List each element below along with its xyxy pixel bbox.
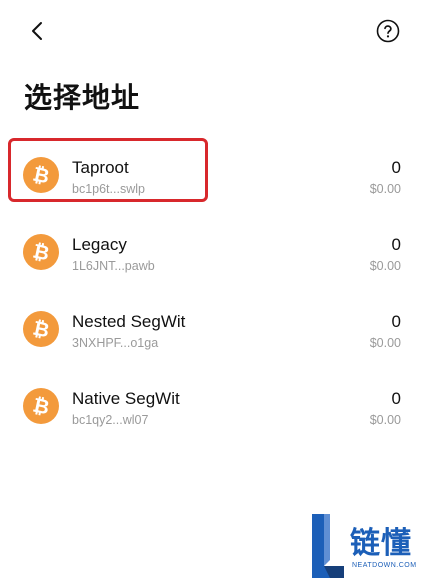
neatdown-logo-icon xyxy=(312,514,344,578)
watermark-domain: NEATDOWN.COM xyxy=(352,562,417,569)
address-row-native-segwit[interactable]: ₿ Native SegWit bc1qy2...wl07 0 $0.00 xyxy=(0,371,425,441)
balance-value: 0 xyxy=(391,389,401,408)
address-row-nested-segwit[interactable]: ₿ Nested SegWit 3NXHPF...o1ga 0 $0.00 xyxy=(0,294,425,364)
fiat-value: $0.00 xyxy=(369,336,401,350)
bitcoin-icon: ₿ xyxy=(23,388,59,424)
watermark-logo: 链懂 NEATDOWN.COM xyxy=(310,512,420,580)
back-button[interactable] xyxy=(22,16,52,46)
address-type-label: Nested SegWit xyxy=(72,312,186,331)
bitcoin-icon: ₿ xyxy=(23,234,59,270)
address-type-label: Native SegWit xyxy=(72,389,180,408)
highlight-box xyxy=(8,138,208,202)
balance-value: 0 xyxy=(391,158,401,177)
bitcoin-icon: ₿ xyxy=(23,311,59,347)
balance-value: 0 xyxy=(391,235,401,254)
page-title: 选择地址 xyxy=(24,81,141,114)
balance-value: 0 xyxy=(391,312,401,331)
address-short: bc1qy2...wl07 xyxy=(72,413,149,427)
fiat-value: $0.00 xyxy=(369,413,401,427)
fiat-value: $0.00 xyxy=(369,182,401,196)
address-type-label: Legacy xyxy=(72,235,127,254)
watermark-chars: 链懂 xyxy=(350,526,412,561)
chevron-left-icon xyxy=(32,22,42,40)
fiat-value: $0.00 xyxy=(369,259,401,273)
address-row-legacy[interactable]: ₿ Legacy 1L6JNT...pawb 0 $0.00 xyxy=(0,217,425,287)
address-short: 3NXHPF...o1ga xyxy=(72,336,159,350)
help-button[interactable] xyxy=(376,19,400,43)
address-short: 1L6JNT...pawb xyxy=(72,259,155,273)
